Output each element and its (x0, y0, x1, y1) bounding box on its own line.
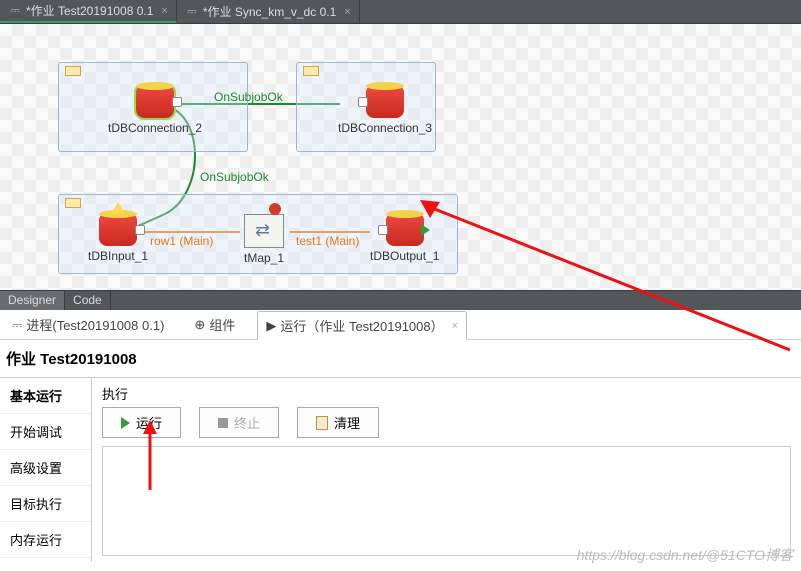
tab-label: *作业 Test20191008 0.1 (26, 2, 153, 19)
clean-button[interactable]: 清理 (297, 407, 379, 438)
tab-label: 进程(Test20191008 0.1) (26, 315, 164, 334)
sidebar-item-adv-settings[interactable]: 高级设置 (0, 450, 91, 486)
tab-process[interactable]: ⎓ 进程(Test20191008 0.1) (4, 311, 172, 338)
stop-icon (218, 418, 228, 428)
tab-run[interactable]: ▶ 运行（作业 Test20191008） × (257, 311, 467, 340)
design-canvas[interactable]: tDBConnection_2 tDBConnection_3 tDBInput… (0, 24, 801, 290)
tab-designer[interactable]: Designer (0, 291, 65, 310)
tab-code[interactable]: Code (65, 291, 111, 310)
job-title: 作业 Test20191008 (0, 340, 801, 377)
play-icon (121, 417, 130, 429)
minimize-icon[interactable] (303, 66, 319, 76)
button-label: 清理 (334, 413, 360, 432)
minimize-icon[interactable] (65, 66, 81, 76)
job-icon: ⎓ (12, 317, 22, 333)
job-icon: ⎓ (185, 5, 199, 19)
close-icon[interactable]: × (161, 5, 167, 17)
link-label: OnSubjobOk (200, 170, 269, 184)
sidebar-item-target-exec[interactable]: 目标执行 (0, 486, 91, 522)
run-sidebar: 基本运行 开始调试 高级设置 目标执行 内存运行 (0, 378, 92, 562)
exec-label: 执行 (102, 384, 791, 403)
error-icon (269, 203, 281, 215)
tab-label: 运行（作业 Test20191008） (280, 316, 443, 335)
close-icon[interactable]: × (452, 320, 458, 332)
clean-icon (316, 416, 328, 430)
button-label: 终止 (234, 413, 260, 432)
editor-tab-bar: ⎓ *作业 Test20191008 0.1 × ⎓ *作业 Sync_km_v… (0, 0, 801, 24)
component-label: tDBConnection_3 (338, 121, 432, 135)
output-arrow-icon (421, 224, 430, 236)
component-tdbconnection2[interactable]: tDBConnection_2 (108, 86, 202, 135)
minimize-icon[interactable] (65, 198, 81, 208)
component-tdbconnection3[interactable]: tDBConnection_3 (338, 86, 432, 135)
close-icon[interactable]: × (344, 6, 350, 18)
console-output[interactable] (102, 446, 791, 556)
bottom-tab-bar: ⎓ 进程(Test20191008 0.1) ⊕ 组件 ▶ 运行（作业 Test… (0, 310, 801, 340)
link-label: row1 (Main) (150, 234, 213, 248)
component-tdbinput1[interactable]: tDBInput_1 (88, 214, 148, 263)
sidebar-item-mem-run[interactable]: 内存运行 (0, 522, 91, 558)
editor-tab-1[interactable]: ⎓ *作业 Test20191008 0.1 × (0, 0, 177, 23)
watermark: https://blog.csdn.net/@51CTO博客 (577, 545, 793, 565)
run-panel: 基本运行 开始调试 高级设置 目标执行 内存运行 执行 运行 终止 清理 (0, 377, 801, 562)
sidebar-item-basic-run[interactable]: 基本运行 (0, 378, 91, 414)
component-label: tDBOutput_1 (370, 249, 439, 263)
editor-tab-2[interactable]: ⎓ *作业 Sync_km_v_dc 0.1 × (177, 0, 360, 23)
tab-label: *作业 Sync_km_v_dc 0.1 (203, 3, 336, 20)
exec-panel: 执行 运行 终止 清理 (92, 378, 801, 562)
tmap-icon: ⇄ (255, 220, 270, 241)
run-icon: ▶ (266, 318, 276, 334)
component-label: tDBConnection_2 (108, 121, 202, 135)
component-icon: ⊕ (194, 317, 205, 333)
link-label: OnSubjobOk (214, 90, 283, 104)
button-label: 运行 (136, 413, 162, 432)
tab-label: 组件 (209, 315, 235, 334)
sidebar-item-start-debug[interactable]: 开始调试 (0, 414, 91, 450)
run-button[interactable]: 运行 (102, 407, 181, 438)
tab-component[interactable]: ⊕ 组件 (186, 311, 243, 338)
exec-button-row: 运行 终止 清理 (102, 407, 791, 438)
component-tdboutput1[interactable]: tDBOutput_1 (370, 214, 439, 263)
stop-button[interactable]: 终止 (199, 407, 279, 438)
component-label: tDBInput_1 (88, 249, 148, 263)
component-tmap1[interactable]: ⇄ tMap_1 (244, 214, 284, 265)
link-label: test1 (Main) (296, 234, 359, 248)
view-mode-bar: Designer Code (0, 290, 801, 310)
component-label: tMap_1 (244, 251, 284, 265)
job-icon: ⎓ (8, 4, 22, 18)
